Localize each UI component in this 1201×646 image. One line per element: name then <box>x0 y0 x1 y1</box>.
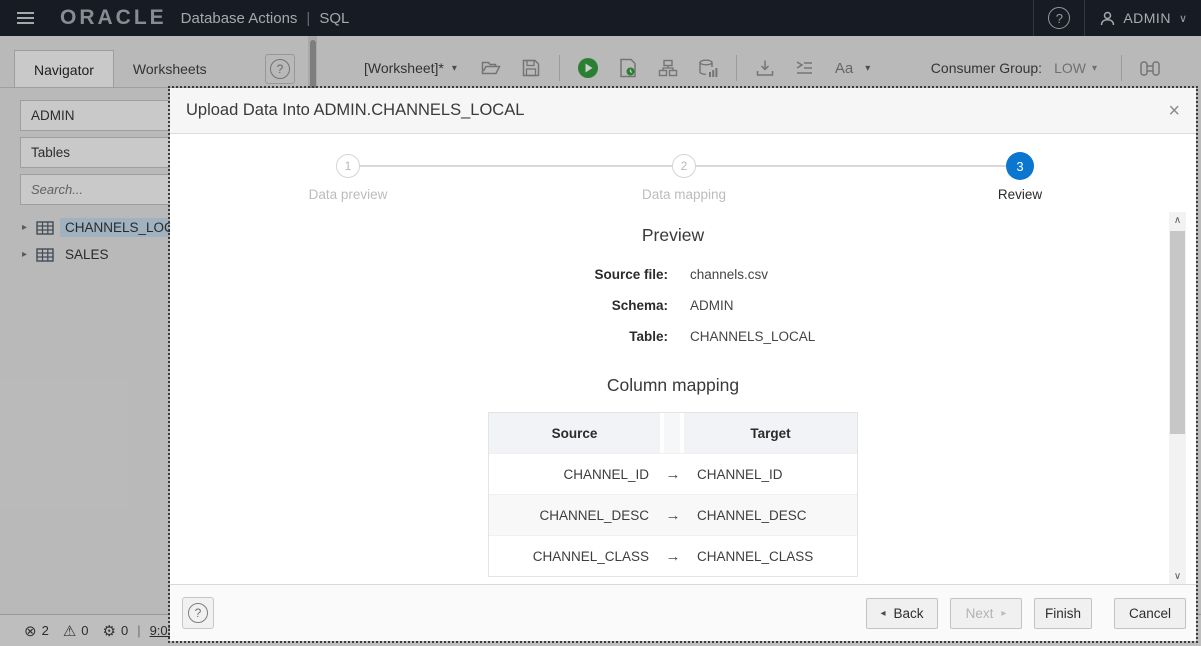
field-label: Schema: <box>170 298 668 313</box>
next-button-label: Next <box>966 606 994 621</box>
field-value: ADMIN <box>690 298 734 313</box>
dialog-scrollbar[interactable]: ∧ ∨ <box>1169 212 1186 584</box>
target-cell: CHANNEL_CLASS <box>697 549 857 564</box>
review-content: Preview Source file: channels.csv Schema… <box>170 216 1176 584</box>
finish-button-label: Finish <box>1045 606 1081 621</box>
dialog-footer: ? ◂ Back Next ▸ Finish Cancel <box>170 584 1196 641</box>
close-icon[interactable]: × <box>1168 101 1180 121</box>
help-icon: ? <box>188 603 208 623</box>
arrow-column-header <box>660 413 684 453</box>
next-button[interactable]: Next ▸ <box>950 598 1022 629</box>
scrollbar-thumb[interactable] <box>1170 231 1185 434</box>
source-cell: CHANNEL_CLASS <box>489 549 649 564</box>
cancel-button[interactable]: Cancel <box>1114 598 1186 629</box>
target-cell: CHANNEL_DESC <box>697 508 857 523</box>
upload-data-dialog: Upload Data Into ADMIN.CHANNELS_LOCAL × … <box>170 88 1196 641</box>
step-1-circle[interactable]: 1 <box>336 154 360 178</box>
preview-fields: Source file: channels.csv Schema: ADMIN … <box>170 267 1176 344</box>
step-3-circle[interactable]: 3 <box>1006 152 1034 180</box>
target-column-header: Target <box>684 413 857 453</box>
dialog-help-button[interactable]: ? <box>182 597 214 629</box>
field-label: Table: <box>170 329 668 344</box>
source-cell: CHANNEL_ID <box>489 467 649 482</box>
step-3-label: Review <box>998 187 1042 202</box>
finish-button[interactable]: Finish <box>1034 598 1092 629</box>
mapping-arrow-icon: → <box>649 548 697 565</box>
step-2-circle[interactable]: 2 <box>672 154 696 178</box>
field-source-file: Source file: channels.csv <box>170 267 1176 282</box>
cancel-button-label: Cancel <box>1129 606 1171 621</box>
mapping-arrow-icon: → <box>649 466 697 483</box>
preview-heading: Preview <box>170 225 1176 246</box>
mapping-row: CHANNEL_CLASS → CHANNEL_CLASS <box>489 535 857 576</box>
source-column-header: Source <box>489 413 660 453</box>
scroll-up-icon[interactable]: ∧ <box>1169 212 1186 228</box>
field-schema: Schema: ADMIN <box>170 298 1176 313</box>
wizard-stepper: 1 2 3 Data preview Data mapping Review <box>170 134 1176 216</box>
next-arrow-icon: ▸ <box>1001 608 1006 619</box>
column-mapping-heading: Column mapping <box>170 375 1176 396</box>
target-cell: CHANNEL_ID <box>697 467 857 482</box>
mapping-arrow-icon: → <box>649 507 697 524</box>
step-1-label: Data preview <box>309 187 388 202</box>
scroll-down-icon[interactable]: ∨ <box>1169 568 1186 584</box>
field-label: Source file: <box>170 267 668 282</box>
mapping-table-header: Source Target <box>489 413 857 453</box>
field-value: channels.csv <box>690 267 768 282</box>
field-table: Table: CHANNELS_LOCAL <box>170 329 1176 344</box>
back-arrow-icon: ◂ <box>880 608 885 619</box>
column-mapping-table: Source Target CHANNEL_ID → CHANNEL_ID CH… <box>488 412 858 577</box>
mapping-row: CHANNEL_DESC → CHANNEL_DESC <box>489 494 857 535</box>
back-button-label: Back <box>894 606 924 621</box>
mapping-row: CHANNEL_ID → CHANNEL_ID <box>489 453 857 494</box>
step-2-label: Data mapping <box>642 187 726 202</box>
source-cell: CHANNEL_DESC <box>489 508 649 523</box>
back-button[interactable]: ◂ Back <box>866 598 938 629</box>
dialog-title: Upload Data Into ADMIN.CHANNELS_LOCAL <box>186 101 524 120</box>
dialog-header: Upload Data Into ADMIN.CHANNELS_LOCAL × <box>170 88 1196 134</box>
field-value: CHANNELS_LOCAL <box>690 329 815 344</box>
